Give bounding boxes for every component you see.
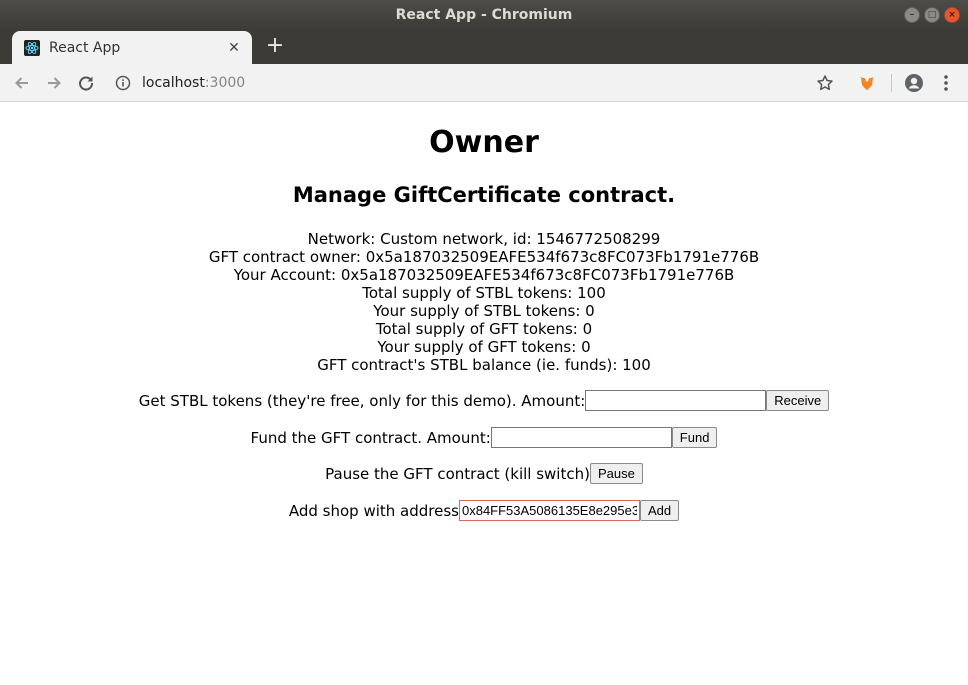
tab-close-icon[interactable]: ✕ <box>226 40 242 56</box>
toolbar-separator <box>891 74 892 92</box>
reload-icon[interactable] <box>74 71 98 95</box>
close-window-button[interactable]: × <box>944 7 960 23</box>
fund-label: Fund the GFT contract. Amount: <box>250 428 491 447</box>
url-host: localhost <box>142 75 205 91</box>
gft-total-supply: Total supply of GFT tokens: 0 <box>375 320 593 338</box>
menu-kebab-icon[interactable] <box>934 71 958 95</box>
fund-button[interactable]: Fund <box>671 427 718 448</box>
new-tab-button[interactable]: + <box>262 34 288 60</box>
add-shop-button[interactable]: Add <box>639 500 680 521</box>
account-info: Your Account: 0x5a187032509EAFE534f673c8… <box>233 266 735 284</box>
gft-your-supply: Your supply of GFT tokens: 0 <box>377 338 591 356</box>
back-icon[interactable] <box>10 71 34 95</box>
site-info-icon[interactable] <box>112 72 134 94</box>
network-info: Network: Custom network, id: 15467725082… <box>307 230 661 248</box>
gft-stbl-balance: GFT contract's STBL balance (ie. funds):… <box>317 356 651 374</box>
window-controls: – □ × <box>904 7 960 23</box>
tab-react-app[interactable]: React App ✕ <box>12 31 252 64</box>
metamask-extension-icon[interactable] <box>855 71 879 95</box>
browser-toolbar: localhost:3000 <box>0 64 968 102</box>
receive-label: Get STBL tokens (they're free, only for … <box>138 391 586 410</box>
contract-info: Network: Custom network, id: 15467725082… <box>0 230 968 374</box>
contract-owner-info: GFT contract owner: 0x5a187032509EAFE534… <box>208 248 760 266</box>
fund-amount-input[interactable] <box>490 427 672 448</box>
receive-form: Get STBL tokens (they're free, only for … <box>0 390 968 411</box>
profile-avatar-icon[interactable] <box>902 71 926 95</box>
stbl-your-supply: Your supply of STBL tokens: 0 <box>373 302 595 320</box>
receive-amount-input[interactable] <box>585 390 767 411</box>
react-icon <box>24 39 40 56</box>
bookmark-star-icon[interactable] <box>813 71 837 95</box>
url-port: :3000 <box>204 75 246 91</box>
window-title: React App - Chromium <box>395 7 573 23</box>
fund-form: Fund the GFT contract. Amount: Fund <box>0 427 968 448</box>
pause-label: Pause the GFT contract (kill switch) <box>325 464 590 483</box>
stbl-total-supply: Total supply of STBL tokens: 100 <box>362 284 606 302</box>
add-shop-label: Add shop with address <box>288 501 459 520</box>
page-content: Owner Manage GiftCertificate contract. N… <box>0 103 968 685</box>
forward-icon[interactable] <box>42 71 66 95</box>
pause-button[interactable]: Pause <box>589 463 643 484</box>
minimize-button[interactable]: – <box>904 7 920 23</box>
page-subtitle: Manage GiftCertificate contract. <box>292 183 676 207</box>
tab-strip: React App ✕ + <box>0 30 968 64</box>
page-title: Owner <box>429 125 539 160</box>
tab-title: React App <box>49 39 121 56</box>
pause-form: Pause the GFT contract (kill switch) Pau… <box>0 463 968 484</box>
window-titlebar: React App - Chromium – □ × <box>0 0 968 30</box>
shop-address-input[interactable] <box>458 500 640 521</box>
receive-button[interactable]: Receive <box>766 390 830 411</box>
address-bar[interactable]: localhost:3000 <box>112 68 802 98</box>
add-shop-form: Add shop with address Add <box>0 500 968 521</box>
maximize-button[interactable]: □ <box>924 7 940 23</box>
